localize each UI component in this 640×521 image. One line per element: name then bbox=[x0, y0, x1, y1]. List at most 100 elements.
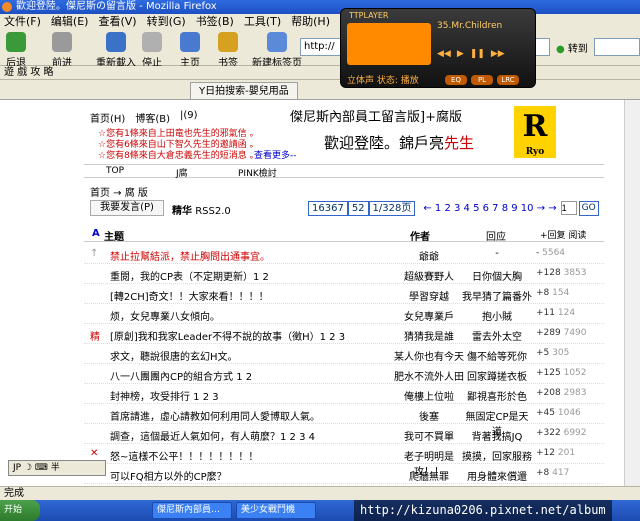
topic-author[interactable]: 肥水不流外人田 bbox=[394, 368, 464, 383]
topic-author[interactable]: 猜猜我是誰 bbox=[394, 328, 464, 343]
topic-title[interactable]: 重閱，我的CP表（不定期更新）1 2 bbox=[110, 268, 400, 283]
topic-author[interactable]: 俺樓上位啦 bbox=[394, 388, 464, 403]
topic-last-reply[interactable]: 摸摸，回家服務 bbox=[462, 448, 532, 463]
ime-toolbar[interactable]: JP ☽ ⌨ 半 bbox=[8, 460, 106, 476]
page-scrollbar[interactable] bbox=[624, 100, 640, 486]
menu-file[interactable]: 文件(F) bbox=[4, 14, 41, 30]
search-input[interactable] bbox=[594, 38, 640, 56]
topic-last-reply[interactable]: - bbox=[462, 248, 532, 259]
topic-author[interactable]: 我可不買單 bbox=[394, 428, 464, 443]
topic-row[interactable]: 八一八團團內CP的組合方式 1 2 肥水不流外人田 回家蹲搓衣板 +125 1052 bbox=[84, 364, 604, 384]
eq-button[interactable]: EQ bbox=[445, 75, 467, 85]
topic-last-reply[interactable]: 日你個大胸 bbox=[462, 268, 532, 283]
header-link-blog[interactable]: 博客(B) bbox=[135, 110, 170, 125]
list-header: A 主题 作者 回应 +回复 阅读 bbox=[84, 226, 604, 243]
menu-view[interactable]: 查看(V) bbox=[98, 14, 136, 30]
topic-last-reply[interactable]: 回家蹲搓衣板 bbox=[462, 368, 532, 383]
topic-last-reply[interactable]: 鄙視喜形於色 bbox=[462, 388, 532, 403]
reload-button[interactable]: 重新載入 bbox=[96, 32, 136, 69]
topic-last-reply[interactable]: 雷去外太空 bbox=[462, 328, 532, 343]
pager-go-button[interactable]: GO bbox=[578, 200, 599, 216]
menu-edit[interactable]: 编辑(E) bbox=[51, 14, 89, 30]
topic-author[interactable]: 爬牆無罪 bbox=[394, 468, 464, 483]
topic-title[interactable]: 首席請進，虛心請教如何利用同人愛博取人氣。 bbox=[110, 408, 400, 423]
topic-last-reply[interactable]: 抱小賊 bbox=[462, 308, 532, 323]
topic-row[interactable]: 調查，這個最近人氣如何，有人萌麼？1 2 3 4 我可不買單 背著我搞JQ +322 … bbox=[84, 424, 604, 444]
newtab-button[interactable]: 新建标签页 bbox=[252, 32, 302, 69]
topic-reply-count: +125 bbox=[536, 368, 561, 378]
playlist-button[interactable]: PL bbox=[471, 75, 493, 85]
goto-icon: ● bbox=[556, 44, 565, 55]
topic-author[interactable]: 某人你也有今天 bbox=[394, 348, 464, 363]
topic-title[interactable]: [轉2CH]奇文！！大家來看！！！！ bbox=[110, 288, 400, 303]
topic-title[interactable]: 八一八團團內CP的組合方式 1 2 bbox=[110, 368, 400, 383]
topic-last-reply[interactable]: 用身體來償還 bbox=[462, 468, 532, 483]
nav-pink[interactable]: PINK檢討 bbox=[238, 166, 277, 179]
topic-stats: +128 3853 bbox=[536, 268, 587, 278]
notice-line-3[interactable]: ☆您有8條來自大倉忠義先生的短消息 。 bbox=[98, 148, 259, 161]
header-link-9[interactable]: |(9) bbox=[180, 110, 198, 125]
topic-title[interactable]: 怒~這樣不公平！！！！！！！！ bbox=[110, 448, 400, 463]
board-main: 首页(H) 博客(B) |(9) 傑尼斯內部員工留言版]+腐版 ☆您有1條來自上… bbox=[84, 100, 604, 486]
window-title: 歡迎登陸。傑尼斯の留言版 - Mozilla Firefox bbox=[16, 1, 217, 12]
ttplayer-window[interactable]: TTPLAYER 35.Mr.Children ◀◀ ▶ ❚❚ ▶▶ 立体声 状… bbox=[340, 8, 536, 88]
lyrics-button[interactable]: LRC bbox=[497, 75, 519, 85]
topic-row[interactable]: ✕ 怒~這樣不公平！！！！！！！！ 老子明明是攻！！ 摸摸，回家服務 +12 201 bbox=[84, 444, 604, 478]
topic-row[interactable]: 可以FQ相方以外的CP麼？ 爬牆無罪 用身體來償還 +8 417 bbox=[84, 464, 604, 484]
rss-link[interactable]: RSS2.0 bbox=[195, 206, 231, 217]
pager-links[interactable]: ← 1 2 3 4 5 6 7 8 9 10 → → bbox=[423, 203, 556, 214]
menu-help[interactable]: 帮助(H) bbox=[291, 14, 330, 30]
topic-title[interactable]: 可以FQ相方以外的CP麼？ bbox=[110, 468, 400, 483]
post-button[interactable]: 我要发言(P) bbox=[90, 200, 164, 216]
stop-button[interactable]: 停止 bbox=[142, 32, 162, 69]
topic-view-count: 154 bbox=[552, 288, 570, 298]
topic-row[interactable]: 精 [原創]我和我家Leader不得不說的故事（徵H）1 2 3 猜猜我是誰 雷去外太… bbox=[84, 324, 604, 344]
topic-author[interactable]: 後塞 bbox=[394, 408, 464, 423]
prev-icon[interactable]: ◀◀ bbox=[437, 49, 451, 59]
view-more-link[interactable]: 查看更多-- bbox=[254, 148, 297, 161]
menu-bookmarks[interactable]: 书签(B) bbox=[196, 14, 234, 30]
topic-row[interactable]: 首席請進，虛心請教如何利用同人愛博取人氣。 後塞 無固定CP是天道 +45 1046 bbox=[84, 404, 604, 438]
topic-row[interactable]: 求文，聽說很唐的玄幻H文。 某人你也有今天 傷不給等死你 +5 305 bbox=[84, 344, 604, 364]
digest-link[interactable]: 精华 bbox=[172, 206, 192, 217]
topic-title[interactable]: 烦，女兒專業八女傾向。 bbox=[110, 308, 400, 323]
topic-last-reply[interactable]: 傷不給等死你 bbox=[462, 348, 532, 363]
topic-title[interactable]: [原創]我和我家Leader不得不說的故事（徵H）1 2 3 bbox=[110, 328, 400, 343]
menu-tools[interactable]: 工具(T) bbox=[244, 14, 281, 30]
header-link-home[interactable]: 首页(H) bbox=[90, 110, 125, 125]
topic-row[interactable]: [轉2CH]奇文！！大家來看！！！！ 學習穿越 我早猜了篇番外 +8 154 bbox=[84, 284, 604, 304]
nav-j-fu[interactable]: J腐 bbox=[176, 166, 188, 179]
menu-go[interactable]: 转到(G) bbox=[147, 14, 186, 30]
topic-author[interactable]: 學習穿越 bbox=[394, 288, 464, 303]
topic-author[interactable]: 爺爺 bbox=[394, 248, 464, 263]
play-icon[interactable]: ▶ bbox=[457, 49, 464, 59]
breadcrumb[interactable]: 首页 → 腐 版 bbox=[90, 184, 148, 199]
topic-row[interactable]: ↑ 禁止拉幫結派，禁止胸問出通事宜。 爺爺 - - 5564 bbox=[84, 244, 604, 264]
bookmarks-button[interactable]: 书签 bbox=[218, 32, 238, 69]
topic-row[interactable]: 烦，女兒專業八女傾向。 女兒專業戶 抱小賊 +11 124 bbox=[84, 304, 604, 324]
task-game[interactable]: 美少女戰鬥機 bbox=[236, 502, 316, 519]
topic-author[interactable]: 超級賽野人 bbox=[394, 268, 464, 283]
tab-baby-products[interactable]: Y日拍搜索-嬰兒用品 bbox=[190, 82, 298, 99]
topic-row[interactable]: 封神榜，攻受排行 1 2 3 俺樓上位啦 鄙視喜形於色 +208 2983 bbox=[84, 384, 604, 404]
pause-icon[interactable]: ❚❚ bbox=[470, 49, 485, 59]
topic-author[interactable]: 女兒專業戶 bbox=[394, 308, 464, 323]
forward-button[interactable]: 前进 bbox=[52, 32, 72, 69]
next-icon[interactable]: ▶▶ bbox=[491, 49, 505, 59]
topic-title[interactable]: 求文，聽說很唐的玄幻H文。 bbox=[110, 348, 400, 363]
goto-button[interactable]: ● 转到 bbox=[556, 40, 588, 55]
topic-row[interactable]: 重閱，我的CP表（不定期更新）1 2 超級賽野人 日你個大胸 +128 3853 bbox=[84, 264, 604, 284]
topic-title[interactable]: 封神榜，攻受排行 1 2 3 bbox=[110, 388, 400, 403]
nav-top[interactable]: TOP bbox=[106, 166, 124, 176]
task-board[interactable]: 傑尼斯內部員… bbox=[152, 502, 232, 519]
sort-icon[interactable]: A bbox=[92, 228, 100, 239]
page-number-input[interactable] bbox=[560, 201, 577, 215]
home-button[interactable]: 主页 bbox=[180, 32, 200, 69]
topic-title[interactable]: 禁止拉幫結派，禁止胸問出通事宜。 bbox=[110, 248, 400, 263]
back-button[interactable]: 后退 bbox=[6, 32, 26, 69]
topic-last-reply[interactable]: 背著我搞JQ bbox=[462, 428, 532, 443]
topic-title[interactable]: 調查，這個最近人氣如何，有人萌麼？1 2 3 4 bbox=[110, 428, 400, 443]
bookmark-item-game-guide[interactable]: 遊 戲 攻 略 bbox=[4, 67, 54, 78]
start-button[interactable]: 开始 bbox=[0, 500, 40, 521]
topic-last-reply[interactable]: 我早猜了篇番外 bbox=[462, 288, 532, 303]
